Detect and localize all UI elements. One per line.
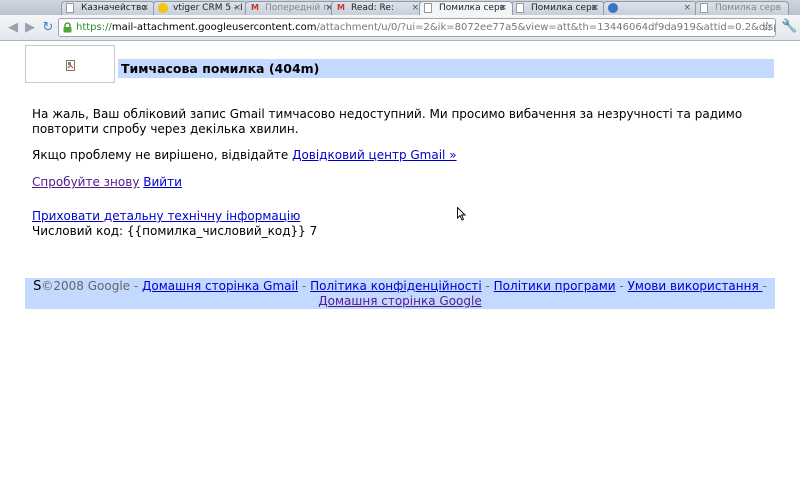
url-path: /attachment/u/0/?ui=2&ik=8072ee77a5&view… [316, 22, 775, 33]
tab-strip: Казначейство × vtiger CRM 5 - I × M Попе… [0, 0, 800, 15]
footer-link-privacy[interactable]: Політика конфіденційності [310, 279, 482, 293]
tab-title: Помилка серв [531, 3, 597, 13]
footer-link-terms[interactable]: Умови використання [628, 279, 763, 293]
footer-copyright: ©2008 Google - [41, 279, 143, 293]
sign-out-link[interactable]: Вийти [143, 175, 182, 189]
tab-5-active[interactable]: Помилка серв × [419, 1, 513, 15]
tab-2[interactable]: vtiger CRM 5 - I × [153, 1, 247, 15]
error-message: На жаль, Ваш обліковий запис Gmail тимча… [32, 107, 743, 136]
help-center-link[interactable]: Довідковий центр Gmail » [292, 148, 456, 162]
retry-link[interactable]: Спробуйте знову [32, 175, 139, 189]
footer-separator: - [481, 279, 494, 293]
footer-separator: - [762, 279, 767, 293]
tab-1[interactable]: Казначейство × [61, 1, 155, 15]
mouse-cursor-icon [457, 207, 466, 221]
lock-icon [63, 22, 72, 33]
tab-6[interactable]: Помилка серв × [511, 1, 605, 15]
tech-details: Приховати детальну технічну інформацію Ч… [32, 209, 752, 239]
page-title: Тимчасова помилка (404m) [121, 61, 320, 76]
back-icon[interactable]: ◀ [5, 20, 21, 36]
footer-separator: - [615, 279, 628, 293]
forward-icon[interactable]: ▶ [22, 20, 38, 36]
document-icon [700, 3, 708, 13]
title-bar: Тимчасова помилка (404m) [118, 59, 774, 78]
gmail-icon: M [251, 3, 259, 12]
footer: S©2008 Google - Домашня сторінка Gmail -… [25, 278, 775, 309]
footer-link-google-home[interactable]: Домашня сторінка Google [318, 294, 481, 308]
document-icon [516, 3, 524, 13]
close-icon[interactable]: × [233, 2, 241, 14]
bookmark-star-icon[interactable]: ☆ [761, 19, 773, 36]
page-content: Тимчасова помилка (404m) На жаль, Ваш об… [0, 42, 800, 484]
tab-title: Попередній пе [265, 3, 335, 13]
document-icon [424, 3, 432, 13]
url-host: mail-attachment.googleusercontent.com [111, 22, 317, 33]
tab-7[interactable]: × [603, 1, 697, 15]
url-text: https://mail-attachment.googleuserconten… [76, 21, 775, 35]
tab-title: Помилка серв [715, 3, 781, 13]
footer-separator: - [298, 279, 311, 293]
tab-title: Помилка серв [439, 3, 505, 13]
hide-details-link[interactable]: Приховати детальну технічну інформацію [32, 209, 300, 223]
close-icon[interactable]: × [591, 2, 599, 14]
tab-title: Казначейство [81, 3, 147, 13]
document-icon [66, 3, 74, 13]
url-scheme: https:// [76, 22, 112, 33]
vtiger-icon [158, 3, 168, 13]
help-line-prefix: Якщо проблему не вирішено, відвідайте [32, 148, 293, 162]
error-code: Числовий код: {{помилка_числовий_код}} 7 [32, 224, 318, 238]
broken-image-icon [66, 60, 75, 71]
close-icon[interactable]: × [499, 2, 507, 14]
close-icon[interactable]: × [411, 2, 419, 14]
logo-placeholder [25, 45, 115, 83]
help-line: Якщо проблему не вирішено, відвідайте До… [32, 148, 752, 163]
close-icon[interactable]: × [683, 2, 691, 14]
reload-icon[interactable]: ↻ [40, 20, 56, 36]
tab-4[interactable]: M Read: Re: × [331, 1, 425, 15]
gmail-icon: M [337, 3, 345, 12]
tab-8[interactable]: Помилка серв [695, 1, 789, 15]
action-links: Спробуйте знову Вийти [32, 175, 752, 190]
close-icon[interactable]: × [141, 2, 149, 14]
tab-title: vtiger CRM 5 - I [173, 3, 243, 13]
address-bar[interactable]: https://mail-attachment.googleuserconten… [58, 18, 776, 37]
browser-toolbar: ◀ ▶ ↻ https://mail-attachment.googleuser… [0, 15, 800, 41]
tab-3[interactable]: M Попередній пе × [245, 1, 339, 15]
blue-circle-icon [608, 3, 618, 13]
footer-link-program-policies[interactable]: Політики програми [494, 279, 616, 293]
tab-title: Read: Re: [351, 3, 394, 13]
wrench-icon[interactable]: 🔧 [781, 19, 797, 35]
footer-link-gmail-home[interactable]: Домашня сторінка Gmail [142, 279, 298, 293]
